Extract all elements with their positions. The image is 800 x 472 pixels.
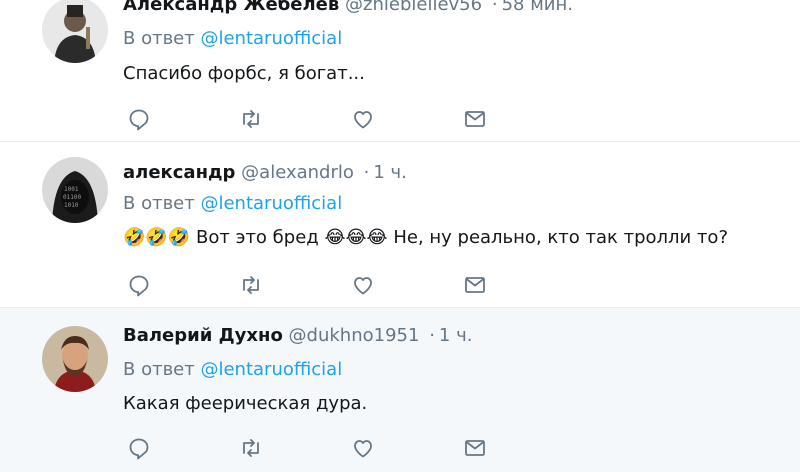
tweet-text-part: Вот это бред bbox=[196, 227, 319, 248]
reply-icon bbox=[129, 438, 149, 460]
reply-icon bbox=[129, 275, 149, 297]
reply-mention-link[interactable]: @lentaruofficial bbox=[200, 28, 342, 49]
author-handle[interactable]: @zhiebieliev56 bbox=[345, 0, 482, 15]
svg-text:01100: 01100 bbox=[63, 194, 81, 201]
author-handle[interactable]: @dukhno1951 bbox=[289, 325, 420, 346]
tweet-text: Какая феерическая дура. bbox=[123, 393, 368, 414]
reply-button[interactable] bbox=[127, 436, 151, 460]
reply-prefix: В ответ bbox=[123, 359, 195, 380]
reply-context: В ответ @lentaruofficial bbox=[123, 359, 342, 381]
retweet-button[interactable] bbox=[239, 107, 263, 131]
heart-icon bbox=[354, 111, 372, 129]
reply-prefix: В ответ bbox=[123, 193, 195, 214]
tweet-actions bbox=[127, 436, 507, 460]
tweet-header: Александр Жебелев @zhiebieliev56 · 58 мин… bbox=[123, 0, 573, 16]
author-name[interactable]: Валерий Духно bbox=[123, 325, 283, 346]
avatar[interactable]: 1001 01100 1010 bbox=[42, 157, 108, 223]
svg-text:1010: 1010 bbox=[64, 202, 79, 209]
direct-message-button[interactable] bbox=[463, 436, 487, 460]
timestamp[interactable]: 1 ч. bbox=[439, 325, 473, 346]
reply-button[interactable] bbox=[127, 107, 151, 131]
direct-message-button[interactable] bbox=[463, 107, 487, 131]
direct-message-button[interactable] bbox=[463, 273, 487, 297]
reply-context: В ответ @lentaruofficial bbox=[123, 28, 342, 50]
retweet-button[interactable] bbox=[239, 273, 263, 297]
like-button[interactable] bbox=[351, 107, 375, 131]
tweet-actions bbox=[127, 107, 507, 131]
like-button[interactable] bbox=[351, 273, 375, 297]
reply-mention-link[interactable]: @lentaruofficial bbox=[200, 193, 342, 214]
heart-icon bbox=[354, 440, 372, 458]
separator: · bbox=[429, 325, 435, 346]
heart-icon bbox=[354, 277, 372, 295]
reply-timeline: Александр Жебелев @zhiebieliev56 · 58 мин… bbox=[0, 0, 800, 472]
avatar[interactable] bbox=[42, 326, 108, 392]
joy-emoji: 😂 bbox=[345, 227, 367, 248]
rofl-emoji: 🤣 bbox=[123, 227, 146, 248]
reply-button[interactable] bbox=[127, 273, 151, 297]
timestamp[interactable]: 58 мин. bbox=[502, 0, 573, 15]
rofl-emoji: 🤣 bbox=[145, 227, 168, 248]
reply-prefix: В ответ bbox=[123, 28, 195, 49]
envelope-icon bbox=[465, 111, 485, 127]
tweet-header: Валерий Духно @dukhno1951 · 1 ч. bbox=[123, 325, 472, 347]
tweet-item[interactable]: Александр Жебелев @zhiebieliev56 · 58 мин… bbox=[0, 0, 800, 142]
tweet-item[interactable]: 1001 01100 1010 александр @alexandrlo · 1… bbox=[0, 142, 800, 308]
joy-emoji: 😂 bbox=[324, 227, 346, 248]
envelope-icon bbox=[465, 440, 485, 456]
envelope-icon bbox=[465, 277, 485, 293]
tweet-text: Спасибо форбс, я богат... bbox=[123, 63, 365, 84]
avatar[interactable] bbox=[42, 0, 108, 63]
author-name[interactable]: Александр Жебелев bbox=[123, 0, 339, 15]
retweet-icon bbox=[243, 276, 259, 294]
timestamp[interactable]: 1 ч. bbox=[373, 162, 407, 183]
reply-icon bbox=[129, 109, 149, 131]
tweet-header: александр @alexandrlo · 1 ч. bbox=[123, 162, 407, 184]
retweet-icon bbox=[243, 110, 259, 128]
separator: · bbox=[491, 0, 498, 15]
separator: · bbox=[363, 162, 370, 183]
tweet-text-part: Не, ну реально, кто так тролли то? bbox=[393, 227, 728, 248]
tweet-actions bbox=[127, 273, 507, 297]
rofl-emoji: 🤣 bbox=[167, 227, 191, 248]
retweet-icon bbox=[243, 439, 259, 457]
author-name[interactable]: александр bbox=[123, 162, 235, 183]
tweet-item[interactable]: Валерий Духно @dukhno1951 · 1 ч. В ответ … bbox=[0, 308, 800, 472]
reply-mention-link[interactable]: @lentaruofficial bbox=[200, 359, 342, 380]
tweet-text: 🤣🤣🤣 Вот это бред 😂😂😂 Не, ну реально, кто… bbox=[123, 226, 728, 250]
author-handle[interactable]: @alexandrlo bbox=[241, 162, 354, 183]
retweet-button[interactable] bbox=[239, 436, 263, 460]
like-button[interactable] bbox=[351, 436, 375, 460]
svg-text:1001: 1001 bbox=[64, 186, 79, 193]
reply-context: В ответ @lentaruofficial bbox=[123, 193, 342, 215]
joy-emoji: 😂 bbox=[366, 227, 388, 248]
